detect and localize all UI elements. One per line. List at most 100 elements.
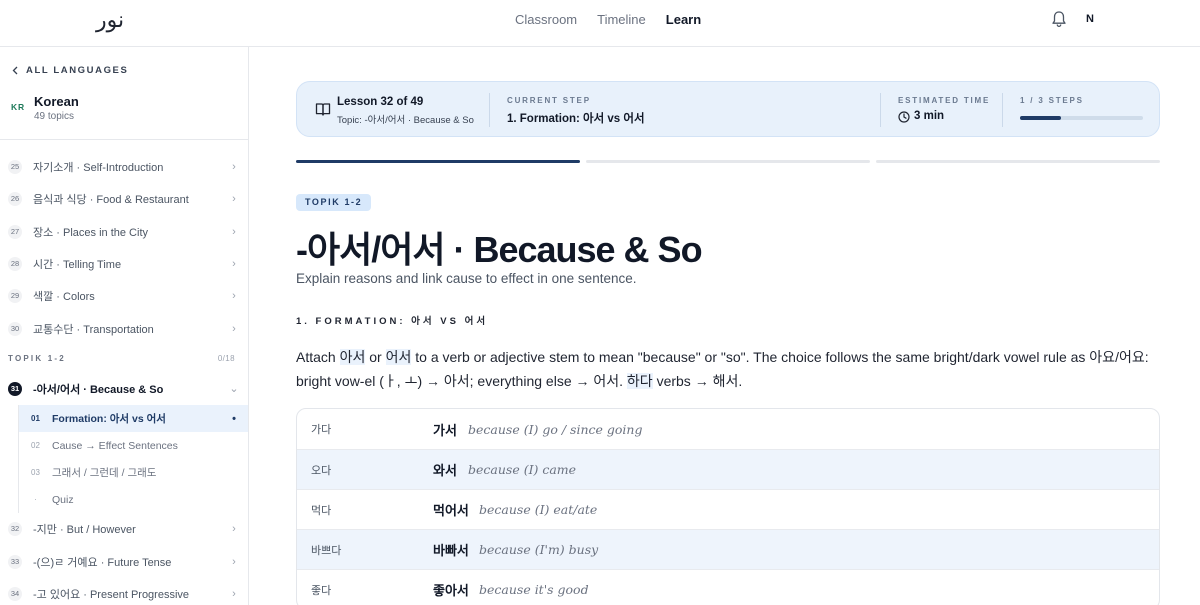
chevron-right-icon: ›	[232, 225, 236, 238]
top-nav: Classroom Timeline Learn	[515, 12, 701, 27]
topic-number: 34	[8, 586, 22, 601]
sidebar-topic-27[interactable]: 27 장소 · Places in the City ›	[0, 216, 248, 248]
topic-label: -고 있어요 · Present Progressive	[33, 588, 190, 601]
example-form: 가서	[433, 422, 457, 438]
step-segment-1[interactable]	[296, 160, 580, 163]
subtopic-connectors[interactable]: 03 그래서 / 그런데 / 그래도	[18, 459, 248, 487]
text-run: verbs → 해서.	[652, 373, 743, 389]
korean-term: 하다	[626, 373, 653, 389]
chevron-down-icon: ⌄	[229, 383, 239, 396]
steps-progress-fill	[1020, 116, 1061, 120]
language-name: Korean	[34, 94, 79, 109]
sidebar-topic-25[interactable]: 25 자기소개 · Self-Introduction ›	[0, 151, 248, 183]
level-badge: TOPIK 1-2	[296, 194, 372, 211]
active-dot-icon: •	[232, 412, 236, 425]
sidebar-topic-29[interactable]: 29 색깔 · Colors ›	[0, 280, 248, 312]
sidebar: ALL LANGUAGES KR Korean 49 topics 25 자기소…	[0, 47, 249, 605]
subtopic-label: Formation: 아서 vs 어서	[52, 413, 166, 426]
sidebar-topic-31-current[interactable]: 31 -아서/어서 · Because & So ⌄	[0, 373, 248, 405]
avatar[interactable]: N	[1080, 10, 1100, 28]
subtopic-cause-effect[interactable]: 02 Cause → Effect Sentences	[18, 432, 248, 460]
subtopic-label: Quiz	[52, 493, 74, 506]
book-icon	[315, 101, 331, 117]
estimated-time-caption: ESTIMATED TIME	[898, 96, 991, 105]
sidebar-topic-26[interactable]: 26 음식과 식당 · Food & Restaurant ›	[0, 183, 248, 215]
example-gloss: because it's good	[479, 582, 589, 597]
topic-list: 25 자기소개 · Self-Introduction › 26 음식과 식당 …	[0, 151, 248, 605]
step-progress-segments	[296, 160, 1160, 164]
korean-term: 아서	[339, 349, 366, 365]
korean-term: 어서	[385, 349, 412, 365]
example-row: 바쁘다 바빠서 because (I'm) busy	[297, 529, 1159, 569]
nav-learn[interactable]: Learn	[666, 12, 701, 27]
topic-group-header: TOPIK 1-2 0/18	[0, 345, 248, 373]
text-run: Attach	[296, 349, 340, 365]
steps-caption: 1 / 3 STEPS	[1020, 96, 1084, 105]
language-code: KR	[11, 102, 25, 112]
example-form: 와서	[433, 463, 457, 478]
sidebar-topic-28[interactable]: 28 시간 · Telling Time ›	[0, 248, 248, 280]
sidebar-topic-33[interactable]: 33 -(으)ㄹ 거예요 · Future Tense ›	[0, 545, 248, 577]
section-heading: 1. FORMATION: 아서 VS 어서	[296, 316, 489, 327]
nav-timeline[interactable]: Timeline	[597, 12, 646, 27]
text-run: or	[365, 349, 386, 365]
topic-number: 31	[8, 381, 22, 396]
explanation-paragraph: Attach 아서 or 어서 to a verb or adjective s…	[296, 345, 1162, 393]
group-progress: 0/18	[217, 354, 235, 364]
topic-number: 32	[8, 522, 22, 537]
topic-label: 자기소개 · Self-Introduction	[33, 162, 164, 175]
example-row: 가다 가서 because (I) go / since going	[297, 409, 1159, 449]
clock-icon	[898, 110, 910, 123]
topic-number: 29	[8, 289, 22, 304]
language-topic-count: 49 topics	[34, 111, 75, 122]
example-row: 좋다 좋아서 because it's good	[297, 569, 1159, 605]
divider	[1002, 93, 1003, 127]
topic-label: 색깔 · Colors	[33, 291, 95, 304]
sidebar-topic-30[interactable]: 30 교통수단 · Transportation ›	[0, 312, 248, 344]
topic-number: 28	[8, 257, 22, 272]
topic-label: 음식과 식당 · Food & Restaurant	[33, 194, 189, 207]
topic-number: 25	[8, 160, 22, 175]
lesson-content: Lesson 32 of 49 Topic: -아서/어서 · Because …	[249, 47, 1200, 605]
topic-number: 33	[8, 554, 22, 569]
example-row: 오다 와서 because (I) came	[297, 449, 1159, 489]
chevron-left-icon	[12, 66, 18, 75]
step-segment-2[interactable]	[586, 160, 870, 163]
group-label: TOPIK 1-2	[8, 354, 66, 364]
topic-label: -(으)ㄹ 거예요 · Future Tense	[33, 556, 172, 569]
example-row: 먹다 먹어서 because (I) eat/ate	[297, 489, 1159, 529]
topic-number: 27	[8, 224, 22, 239]
topic-label: 시간 · Telling Time	[33, 259, 122, 272]
subtopic-number: ·	[34, 495, 37, 505]
current-step-value: 1. Formation: 아서 vs 어서	[507, 113, 645, 125]
all-languages-link[interactable]: ALL LANGUAGES	[12, 65, 128, 76]
chevron-right-icon: ›	[232, 193, 236, 206]
example-form: 먹어서	[433, 503, 469, 518]
topic-number: 30	[8, 321, 22, 336]
page-title: -아서/어서 · Because & So	[296, 229, 703, 270]
examples-table: 가다 가서 because (I) go / since going 오다 와서…	[296, 408, 1160, 605]
app-logo[interactable]: نور	[96, 8, 124, 33]
example-base: 오다	[311, 464, 332, 477]
nav-classroom[interactable]: Classroom	[515, 12, 577, 27]
all-languages-label: ALL LANGUAGES	[26, 65, 129, 76]
example-base: 바쁘다	[311, 544, 342, 557]
subtopic-quiz[interactable]: · Quiz	[18, 486, 248, 514]
sidebar-topic-34[interactable]: 34 -고 있어요 · Present Progressive ›	[0, 578, 248, 605]
step-segment-3[interactable]	[876, 160, 1160, 163]
page-subtitle: Explain reasons and link cause to effect…	[296, 271, 637, 286]
chevron-right-icon: ›	[232, 258, 236, 271]
topic-label: 장소 · Places in the City	[33, 226, 148, 239]
lesson-topic: Topic: -아서/어서 · Because & So	[337, 115, 474, 126]
chevron-right-icon: ›	[232, 587, 236, 600]
subtopic-formation[interactable]: 01 Formation: 아서 vs 어서 •	[18, 405, 248, 433]
topic-number: 26	[8, 192, 22, 207]
subtopic-number: 02	[31, 441, 40, 451]
language-header: KR Korean 49 topics	[0, 91, 248, 140]
sidebar-topic-32[interactable]: 32 -지만 · But / However ›	[0, 513, 248, 545]
bell-icon[interactable]	[1051, 10, 1067, 28]
chevron-right-icon: ›	[232, 523, 236, 536]
topic-label: -아서/어서 · Because & So	[33, 383, 164, 396]
chevron-right-icon: ›	[232, 161, 236, 174]
example-base: 가다	[311, 424, 332, 436]
